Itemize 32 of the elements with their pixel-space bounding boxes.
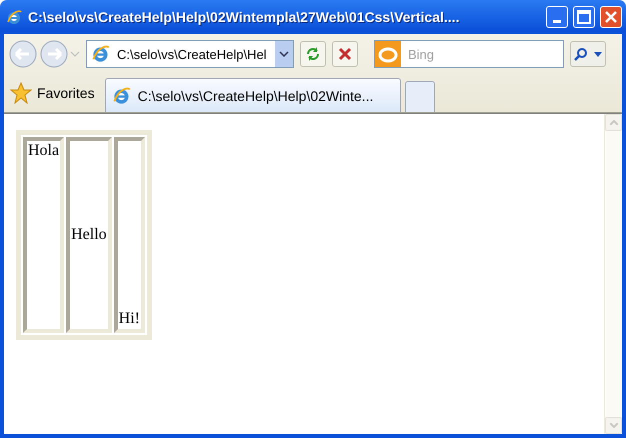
browser-icon xyxy=(91,44,111,64)
browser-icon xyxy=(6,8,23,26)
close-icon xyxy=(604,10,618,24)
address-field[interactable]: C:\selo\vs\CreateHelp\Hel xyxy=(86,40,294,68)
refresh-icon xyxy=(305,46,321,62)
search-field[interactable]: Bing xyxy=(406,46,550,62)
minimize-button[interactable] xyxy=(546,6,568,28)
favorites-button[interactable]: Favorites xyxy=(8,76,101,110)
caret-icon xyxy=(594,52,602,56)
forward-icon[interactable] xyxy=(39,39,69,69)
search-icon xyxy=(574,47,588,61)
minimize-icon xyxy=(553,20,561,22)
close-button[interactable] xyxy=(600,6,622,28)
search-button[interactable] xyxy=(570,41,606,67)
table-cell: Hello xyxy=(66,137,112,333)
maximize-button[interactable] xyxy=(573,6,595,28)
search-box[interactable]: Bing xyxy=(374,40,564,68)
browser-tab[interactable]: C:\selo\vs\CreateHelp\Help\02Winte... xyxy=(104,78,401,112)
caret-icon[interactable] xyxy=(70,51,80,57)
new-tab-button[interactable] xyxy=(404,81,435,112)
close-icon xyxy=(338,47,352,61)
star-icon xyxy=(10,82,32,104)
maximize-icon xyxy=(577,10,591,24)
back-icon[interactable] xyxy=(8,39,38,69)
table-cell: Hola xyxy=(23,137,64,333)
refresh-button[interactable] xyxy=(300,41,326,67)
table-cell: Hi! xyxy=(114,137,145,333)
browser-icon xyxy=(112,86,132,106)
stop-button[interactable] xyxy=(332,41,358,67)
window-title: C:\selo\vs\CreateHelp\Help\02Wintempla\27Web\01Css\Vertical.... xyxy=(28,9,460,25)
search-engine-logo xyxy=(375,41,401,67)
dropdown-icon[interactable] xyxy=(279,51,289,57)
